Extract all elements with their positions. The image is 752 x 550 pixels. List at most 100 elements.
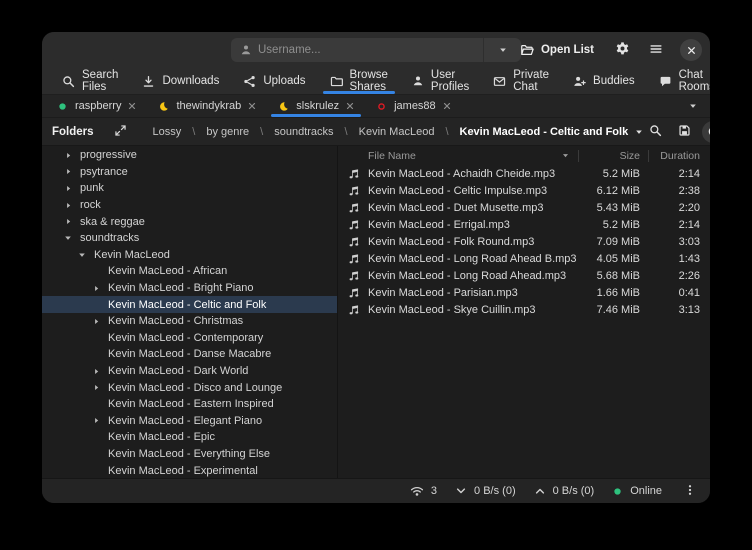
tab-icon — [62, 75, 75, 88]
tree-item[interactable]: psytrance — [42, 164, 337, 181]
main-tab[interactable]: Uploads — [231, 68, 317, 94]
music-note-icon — [346, 168, 362, 180]
save-list-button[interactable] — [673, 121, 696, 143]
tree-item[interactable]: Kevin MacLeod - Everything Else — [42, 446, 337, 463]
expander-icon[interactable] — [60, 217, 76, 226]
tree-item[interactable]: Kevin MacLeod - African — [42, 263, 337, 280]
table-row[interactable]: Kevin MacLeod - Achaidh Cheide.mp3 5.2 M… — [338, 165, 710, 182]
tree-item[interactable]: ska & reggae — [42, 213, 337, 230]
tab-label: Browse Shares — [350, 69, 388, 93]
preferences-button[interactable] — [609, 37, 636, 63]
file-name-column-header[interactable]: File Name — [368, 150, 578, 162]
desktop-background: Open List Search Files Downloads Uploads — [0, 0, 752, 550]
table-row[interactable]: Kevin MacLeod - Folk Round.mp3 7.09 MiB … — [338, 233, 710, 250]
main-tab[interactable]: Browse Shares — [318, 68, 400, 94]
file-size: 5.43 MiB — [578, 202, 648, 214]
tab-label: User Profiles — [431, 69, 469, 93]
file-duration: 2:14 — [648, 219, 710, 231]
open-list-button[interactable]: Open List — [512, 39, 602, 61]
breadcrumb-separator: \ — [192, 126, 195, 138]
expander-icon[interactable] — [60, 151, 76, 160]
expander-icon[interactable] — [88, 317, 104, 326]
tree-item[interactable]: punk — [42, 180, 337, 197]
file-duration: 3:13 — [648, 304, 710, 316]
user-tab[interactable]: james88 — [365, 95, 462, 117]
tree-item[interactable]: Kevin MacLeod - Dark World — [42, 363, 337, 380]
username-input[interactable] — [252, 44, 483, 56]
expander-icon[interactable] — [88, 416, 104, 425]
user-status-icon — [278, 101, 289, 112]
expander-icon[interactable] — [88, 383, 104, 392]
table-row[interactable]: Kevin MacLeod - Long Road Ahead B.mp3 4.… — [338, 250, 710, 267]
expander-icon[interactable] — [60, 167, 76, 176]
file-size: 7.46 MiB — [578, 304, 648, 316]
tree-item[interactable]: Kevin MacLeod - Celtic and Folk — [42, 296, 337, 313]
tab-close-icon[interactable] — [346, 102, 354, 110]
tree-item[interactable]: rock — [42, 197, 337, 214]
search-shares-button[interactable] — [644, 121, 667, 143]
size-column-header[interactable]: Size — [579, 150, 648, 162]
table-row[interactable]: Kevin MacLeod - Duet Musette.mp3 5.43 Mi… — [338, 199, 710, 216]
user-tab[interactable]: thewindykrab — [147, 95, 267, 117]
tab-close-icon[interactable] — [443, 102, 451, 110]
expander-icon[interactable] — [88, 367, 104, 376]
tree-item[interactable]: Kevin MacLeod — [42, 247, 337, 264]
file-name: Kevin MacLeod - Duet Musette.mp3 — [368, 202, 578, 214]
refresh-button[interactable] — [702, 121, 710, 143]
table-row[interactable]: Kevin MacLeod - Errigal.mp3 5.2 MiB 2:14 — [338, 216, 710, 233]
user-icon — [240, 44, 252, 56]
table-row[interactable]: Kevin MacLeod - Long Road Ahead.mp3 5.68… — [338, 267, 710, 284]
expand-all-button[interactable] — [112, 122, 129, 142]
tree-item[interactable]: Kevin MacLeod - Epic — [42, 429, 337, 446]
main-menu-button[interactable] — [643, 38, 669, 63]
tab-close-icon[interactable] — [248, 102, 256, 110]
breadcrumb-segment[interactable]: Kevin MacLeod — [359, 126, 435, 138]
user-tab[interactable]: slskrulez — [267, 95, 365, 117]
tree-item[interactable]: Kevin MacLeod - Disco and Lounge — [42, 379, 337, 396]
tree-item-label: Kevin MacLeod - Bright Piano — [108, 282, 254, 294]
tab-overflow-button[interactable] — [680, 95, 706, 117]
breadcrumb-segment[interactable]: soundtracks — [274, 126, 333, 138]
expander-icon[interactable] — [60, 201, 76, 210]
breadcrumb-segment[interactable]: by genre — [206, 126, 249, 138]
main-tab[interactable]: Private Chat — [481, 68, 561, 94]
tree-item[interactable]: Kevin MacLeod - Bright Piano — [42, 280, 337, 297]
close-window-button[interactable] — [680, 39, 702, 61]
tab-icon — [659, 75, 672, 88]
duration-column-header[interactable]: Duration — [649, 150, 710, 162]
music-note-icon — [346, 236, 362, 248]
main-tab[interactable]: User Profiles — [400, 68, 481, 94]
folders-toolbar: Folders 6,801 613 GiB Lossy\by genre\sou… — [42, 118, 710, 146]
file-size: 5.2 MiB — [578, 168, 648, 180]
breadcrumb-segment[interactable]: Lossy — [153, 126, 182, 138]
main-tab[interactable]: Buddies — [561, 68, 647, 94]
tree-item[interactable]: Kevin MacLeod - Contemporary — [42, 330, 337, 347]
expander-icon[interactable] — [60, 184, 76, 193]
tree-item[interactable]: Kevin MacLeod - Elegant Piano — [42, 413, 337, 430]
main-tab[interactable]: Chat Rooms — [647, 68, 710, 94]
table-row[interactable]: Kevin MacLeod - Skye Cuillin.mp3 7.46 Mi… — [338, 301, 710, 318]
tree-item[interactable]: soundtracks — [42, 230, 337, 247]
tree-item[interactable]: Kevin MacLeod - Experimental — [42, 462, 337, 478]
expander-icon[interactable] — [74, 250, 90, 260]
tree-item[interactable]: Kevin MacLeod - Eastern Inspired — [42, 396, 337, 413]
statusbar-menu-button[interactable] — [680, 481, 700, 502]
breadcrumb-segment[interactable]: Kevin MacLeod - Celtic and Folk — [460, 126, 645, 138]
tab-close-icon[interactable] — [128, 102, 136, 110]
tab-icon — [330, 75, 343, 88]
table-row[interactable]: Kevin MacLeod - Celtic Impulse.mp3 6.12 … — [338, 182, 710, 199]
tree-item[interactable]: Kevin MacLeod - Danse Macabre — [42, 346, 337, 363]
file-duration: 1:43 — [648, 253, 710, 265]
username-combo[interactable] — [231, 38, 521, 62]
user-tab[interactable]: raspberry — [46, 95, 147, 117]
main-tab[interactable]: Downloads — [130, 68, 231, 94]
table-row[interactable]: Kevin MacLeod - Parisian.mp3 1.66 MiB 0:… — [338, 284, 710, 301]
breadcrumb-separator: \ — [345, 126, 348, 138]
download-speed-value: 0 B/s (0) — [474, 485, 516, 497]
expander-icon[interactable] — [60, 233, 76, 243]
expander-icon[interactable] — [88, 284, 104, 293]
tree-item[interactable]: progressive — [42, 147, 337, 164]
tree-item[interactable]: Kevin MacLeod - Christmas — [42, 313, 337, 330]
main-tab[interactable]: Search Files — [50, 68, 130, 94]
table-header: File Name Size Duration — [338, 146, 710, 165]
